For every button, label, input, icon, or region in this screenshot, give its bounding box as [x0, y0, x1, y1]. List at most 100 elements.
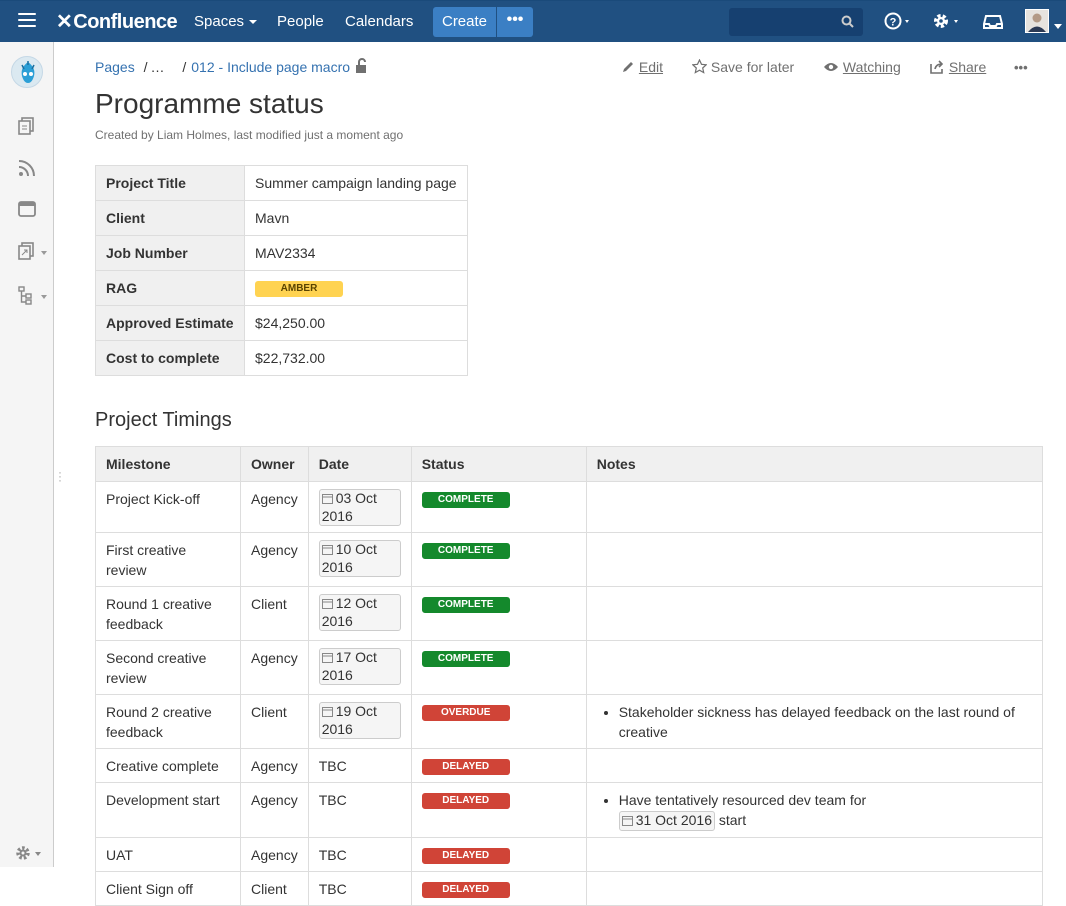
chevron-down-icon[interactable] — [41, 251, 47, 255]
row-value: Summer campaign landing page — [244, 165, 468, 201]
calendar-icon — [621, 813, 633, 830]
milestone-cell: Round 2 creative feedback — [95, 694, 241, 749]
create-more-button[interactable]: ••• — [497, 7, 533, 37]
calendar-icon — [321, 542, 333, 559]
sidebar-resize-handle[interactable]: · · · — [58, 466, 62, 486]
space-settings-gear-icon[interactable] — [15, 845, 45, 866]
owner-cell: Agency — [240, 532, 309, 587]
date-lozenge[interactable]: 10 Oct 2016 — [318, 540, 401, 577]
row-value: $22,732.00 — [244, 340, 468, 376]
status-cell: COMPLETE — [410, 532, 587, 587]
svg-text:?: ? — [890, 17, 897, 29]
project-summary-table: Project Title Summer campaign landing pag… — [95, 165, 468, 376]
column-header: Milestone — [95, 446, 241, 482]
chevron-down-icon[interactable] — [41, 295, 47, 299]
date-lozenge[interactable]: 03 Oct 2016 — [318, 489, 401, 526]
page-metadata: Created by Liam Holmes, last modified ju… — [95, 128, 404, 142]
table-row: Project Title Summer campaign landing pag… — [95, 165, 468, 201]
calendar-icon — [321, 596, 333, 613]
edit-button[interactable]: Edit — [621, 59, 663, 75]
status-badge: DELAYED — [421, 793, 510, 810]
table-row: Creative complete Agency TBC DELAYED — [95, 748, 1044, 783]
breadcrumb-parent-link[interactable]: 012 - Include page macro — [191, 59, 350, 75]
help-icon[interactable]: ? — [884, 11, 914, 36]
date-lozenge[interactable]: 19 Oct 2016 — [318, 702, 401, 739]
pages-icon[interactable] — [17, 116, 37, 141]
breadcrumb-ellipsis[interactable]: … — [150, 59, 164, 75]
date-cell: TBC — [307, 871, 412, 906]
rag-status-badge: AMBER — [255, 281, 343, 298]
row-label: Job Number — [95, 235, 245, 271]
menu-icon[interactable] — [18, 13, 36, 29]
note-item: Stakeholder sickness has delayed feedbac… — [619, 702, 1032, 742]
page-title: Programme status — [95, 88, 324, 119]
blog-feed-icon[interactable] — [17, 158, 37, 183]
nav-people[interactable]: People — [277, 13, 324, 30]
table-row: RAG AMBER — [95, 270, 468, 306]
owner-cell: Agency — [240, 748, 309, 783]
owner-cell: Agency — [240, 481, 309, 533]
row-label: Cost to complete — [95, 340, 245, 376]
column-header: Notes — [585, 446, 1044, 482]
nav-calendars[interactable]: Calendars — [345, 13, 413, 30]
milestone-cell: Development start — [95, 782, 241, 838]
table-row: Development start Agency TBC DELAYED Hav… — [95, 782, 1044, 838]
space-logo[interactable] — [11, 56, 43, 88]
breadcrumb-pages-link[interactable]: Pages — [95, 59, 135, 75]
calendar-icon[interactable] — [17, 199, 37, 224]
notifications-icon[interactable] — [983, 12, 1003, 35]
milestone-cell: Round 1 creative feedback — [95, 586, 241, 641]
search-input[interactable] — [729, 8, 863, 36]
page-tree-icon[interactable] — [17, 285, 37, 310]
notes-cell — [585, 748, 1044, 783]
nav-spaces[interactable]: Spaces — [194, 13, 258, 30]
row-label: RAG — [95, 270, 245, 306]
calendar-icon — [321, 491, 333, 508]
more-actions-button[interactable]: ••• — [1014, 60, 1028, 75]
confluence-logo[interactable]: ✕Confluence — [56, 9, 178, 34]
date-cell: 17 Oct 2016 — [307, 640, 412, 695]
top-navigation: ✕Confluence Spaces People Calendars Crea… — [0, 0, 1066, 42]
pencil-icon — [623, 62, 633, 72]
owner-cell: Agency — [240, 782, 309, 838]
status-badge: COMPLETE — [421, 651, 510, 668]
breadcrumb: Pages /… /012 - Include page macro — [95, 59, 351, 75]
table-row: Second creative review Agency 17 Oct 201… — [95, 640, 1044, 695]
milestone-cell: Project Kick-off — [95, 481, 241, 533]
status-badge: COMPLETE — [421, 492, 510, 509]
unlock-icon[interactable] — [355, 58, 369, 79]
status-cell: DELAYED — [410, 871, 587, 906]
table-row: UAT Agency TBC DELAYED — [95, 837, 1044, 872]
milestone-cell: First creative review — [95, 532, 241, 587]
table-row: Approved Estimate $24,250.00 — [95, 305, 468, 341]
milestone-cell: Creative complete — [95, 748, 241, 783]
sidebar — [0, 42, 54, 867]
chevron-down-icon — [249, 20, 258, 25]
search-icon — [841, 15, 854, 28]
create-button[interactable]: Create — [433, 7, 496, 37]
chevron-down-icon[interactable] — [1054, 17, 1062, 35]
save-for-later-button[interactable]: Save for later — [691, 58, 794, 75]
date-lozenge[interactable]: 17 Oct 2016 — [318, 648, 401, 685]
shortcuts-icon[interactable] — [17, 241, 37, 266]
eye-icon — [824, 63, 838, 71]
row-value: $24,250.00 — [244, 305, 468, 341]
user-avatar[interactable] — [1025, 9, 1049, 33]
date-cell: 12 Oct 2016 — [307, 586, 412, 641]
share-button[interactable]: Share — [929, 59, 986, 75]
column-header: Date — [307, 446, 412, 482]
date-lozenge[interactable]: 31 Oct 2016 — [618, 811, 715, 831]
notes-cell: Have tentatively resourced dev team for3… — [585, 782, 1044, 838]
column-header: Status — [410, 446, 587, 482]
date-lozenge[interactable]: 12 Oct 2016 — [318, 594, 401, 631]
calendar-icon — [321, 650, 333, 667]
status-badge: DELAYED — [421, 882, 510, 899]
owner-cell: Client — [240, 586, 309, 641]
owner-cell: Agency — [240, 640, 309, 695]
notes-cell — [585, 586, 1044, 641]
settings-gear-icon[interactable] — [932, 11, 964, 36]
notes-cell — [585, 481, 1044, 533]
star-icon — [691, 58, 708, 74]
status-cell: DELAYED — [410, 837, 587, 872]
watching-button[interactable]: Watching — [823, 59, 901, 75]
